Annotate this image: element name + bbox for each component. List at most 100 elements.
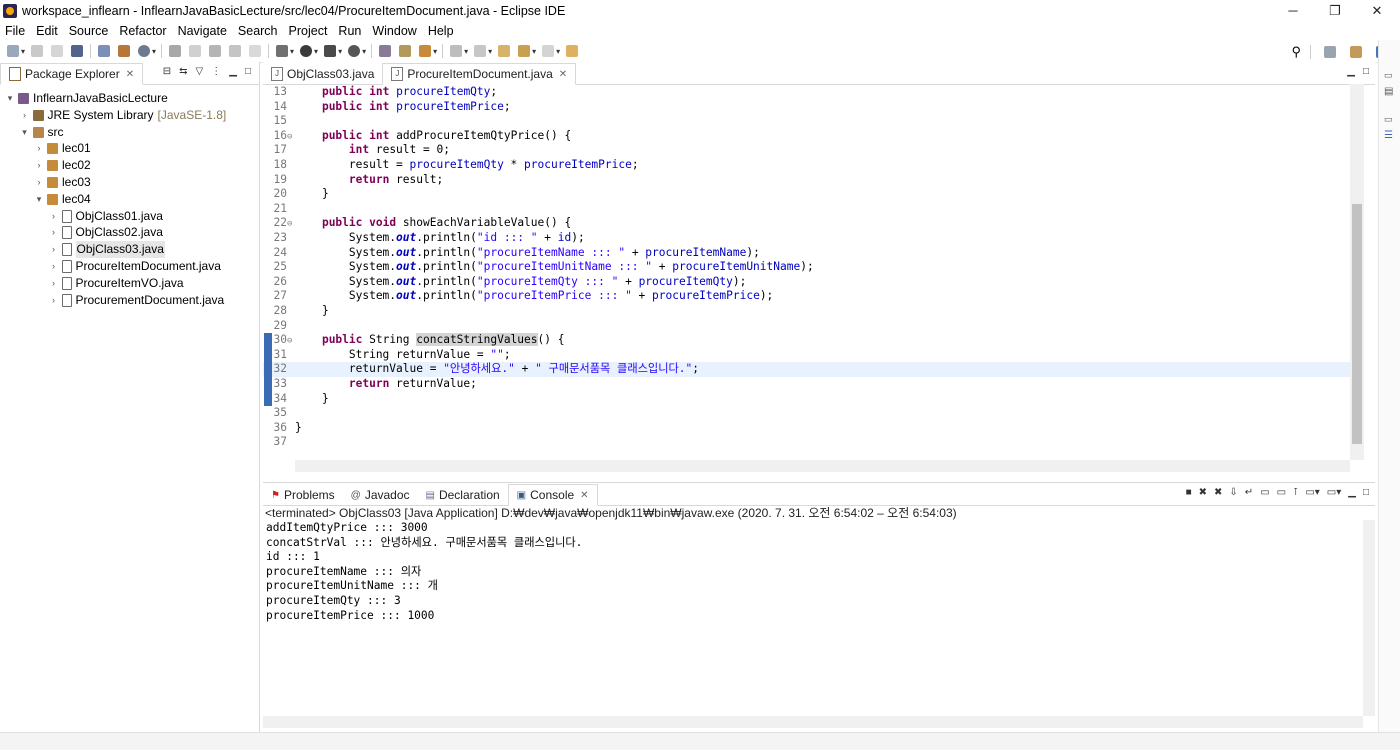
- code-line[interactable]: 19 return result;: [263, 173, 1353, 188]
- tree-item[interactable]: › ObjClass01.java: [48, 208, 163, 225]
- chevron-right-icon[interactable]: ›: [48, 292, 60, 309]
- display-console-icon[interactable]: ▭▾: [1305, 487, 1319, 498]
- code-line[interactable]: 36}: [263, 421, 1353, 436]
- close-icon[interactable]: ✕: [126, 69, 134, 80]
- code-line[interactable]: 37: [263, 435, 1353, 450]
- menu-file[interactable]: File: [0, 24, 31, 38]
- code-line[interactable]: 20 }: [263, 187, 1353, 202]
- chevron-down-icon[interactable]: ▾: [33, 191, 45, 208]
- tree-item[interactable]: › JRE System Library [JavaSE-1.8]: [19, 107, 226, 124]
- prev-annotation-icon[interactable]: [229, 45, 242, 57]
- chevron-right-icon[interactable]: ›: [19, 107, 31, 124]
- code-line[interactable]: 21: [263, 202, 1353, 217]
- tree-item[interactable]: › ProcureItemVO.java: [48, 275, 184, 292]
- whitespace-icon[interactable]: [249, 45, 262, 57]
- code-line[interactable]: 26 System.out.println("procureItemQty ::…: [263, 275, 1353, 290]
- editor-horizontal-scrollbar[interactable]: [295, 460, 1350, 472]
- restore-outline-icon[interactable]: ▭: [1384, 114, 1393, 125]
- tab-problems[interactable]: ⚑ Problems: [263, 485, 343, 505]
- minimize-button[interactable]: ─: [1270, 0, 1316, 21]
- restore-icon[interactable]: ▭: [1384, 70, 1393, 81]
- chevron-right-icon[interactable]: ›: [48, 224, 60, 241]
- next-edit-icon[interactable]: [450, 45, 463, 57]
- tree-item[interactable]: › ObjClass02.java: [48, 224, 163, 241]
- tree-item[interactable]: › lec02: [33, 157, 91, 174]
- open-perspective-right-icon[interactable]: [1324, 46, 1336, 58]
- menu-search[interactable]: Search: [233, 24, 284, 38]
- tab-console[interactable]: ▣ Console ✕: [507, 484, 598, 506]
- show-stdout-icon[interactable]: ▭: [1260, 487, 1269, 498]
- code-line[interactable]: 22⊖ public void showEachVariableValue() …: [263, 216, 1353, 231]
- remove-launch-icon[interactable]: ✖: [1199, 487, 1207, 498]
- menu-run[interactable]: Run: [333, 24, 367, 38]
- minimize-icon[interactable]: ▁: [229, 66, 237, 77]
- menu-edit[interactable]: Edit: [31, 24, 64, 38]
- scroll-lock-icon[interactable]: ⇩: [1229, 487, 1237, 498]
- word-wrap-icon[interactable]: ↵: [1245, 487, 1253, 498]
- last-edit-icon[interactable]: [498, 45, 511, 57]
- menu-project[interactable]: Project: [284, 24, 334, 38]
- code-line[interactable]: 30⊖ public String concatStringValues() {: [263, 333, 1353, 348]
- chevron-right-icon[interactable]: ›: [48, 241, 60, 258]
- tree-item[interactable]: › ProcurementDocument.java: [48, 292, 224, 309]
- chevron-right-icon[interactable]: ›: [48, 275, 60, 292]
- scroll-thumb[interactable]: [1352, 204, 1362, 444]
- code-line[interactable]: 24 System.out.println("procureItemName :…: [263, 246, 1353, 261]
- open-type-icon[interactable]: [169, 45, 182, 57]
- code-area[interactable]: 13 public int procureItemQty; 14 public i…: [263, 84, 1375, 524]
- tab-procureitemdocument[interactable]: J ProcureItemDocument.java ✕: [382, 63, 577, 85]
- chevron-right-icon[interactable]: ›: [33, 157, 45, 174]
- collapse-all-icon[interactable]: ⊟: [163, 66, 171, 77]
- minimize-icon[interactable]: ▁: [1348, 487, 1356, 498]
- terminate-icon[interactable]: ■: [1186, 487, 1192, 498]
- debug-perspective-icon[interactable]: [1350, 46, 1362, 58]
- console-horizontal-scrollbar[interactable]: [263, 716, 1363, 728]
- code-line[interactable]: 29: [263, 319, 1353, 334]
- code-line[interactable]: 17 int result = 0;: [263, 143, 1353, 158]
- new-icon[interactable]: [7, 45, 19, 57]
- code-line[interactable]: 35: [263, 406, 1353, 421]
- chevron-right-icon[interactable]: ›: [48, 208, 60, 225]
- toggle-mark-icon[interactable]: [189, 45, 202, 57]
- link-editor-icon[interactable]: ⇆: [179, 66, 187, 77]
- next-annotation-icon[interactable]: [209, 45, 222, 57]
- minimize-icon[interactable]: ▁: [1347, 66, 1355, 77]
- code-line[interactable]: 18 result = procureItemQty * procureItem…: [263, 158, 1353, 173]
- maximize-icon[interactable]: □: [1363, 66, 1369, 77]
- new-class-icon[interactable]: [138, 45, 151, 57]
- save-all-icon[interactable]: [51, 45, 64, 57]
- console-vertical-scrollbar[interactable]: [1363, 520, 1375, 716]
- code-line[interactable]: 34 }: [263, 392, 1353, 407]
- code-line[interactable]: 13 public int procureItemQty;: [263, 85, 1353, 100]
- code-line[interactable]: 32 returnValue = "안녕하세요." + " 구매문서품목 클래스…: [263, 362, 1353, 377]
- menu-help[interactable]: Help: [423, 24, 460, 38]
- pin-editor-icon[interactable]: [566, 45, 579, 57]
- code-line[interactable]: 14 public int procureItemPrice;: [263, 100, 1353, 115]
- chevron-right-icon[interactable]: ›: [33, 140, 45, 157]
- skip-breakpoints-icon[interactable]: [98, 45, 111, 57]
- tab-declaration[interactable]: ▤ Declaration: [418, 485, 508, 505]
- tree-item[interactable]: ▾ InflearnJavaBasicLecture: [4, 90, 168, 107]
- tree-item[interactable]: › lec03: [33, 174, 91, 191]
- code-line[interactable]: 15: [263, 114, 1353, 129]
- outline-icon[interactable]: ☰: [1384, 130, 1393, 141]
- tree-item[interactable]: › lec01: [33, 140, 91, 157]
- code-line[interactable]: 31 String returnValue = "";: [263, 348, 1353, 363]
- tree-item[interactable]: › ProcureItemDocument.java: [48, 258, 221, 275]
- restore-button[interactable]: ❐: [1312, 0, 1358, 21]
- terminal-icon[interactable]: [71, 45, 84, 57]
- run-icon[interactable]: [300, 45, 313, 57]
- chevron-down-icon[interactable]: ▾: [4, 90, 16, 107]
- tree-item[interactable]: ▾ src: [19, 124, 63, 141]
- maximize-icon[interactable]: □: [1363, 487, 1369, 498]
- close-icon[interactable]: ✕: [580, 490, 588, 501]
- forward-icon[interactable]: [542, 45, 555, 57]
- code-line[interactable]: 28 }: [263, 304, 1353, 319]
- view-menu-icon[interactable]: ⋮: [211, 66, 221, 77]
- filter-icon[interactable]: ▽: [196, 66, 204, 77]
- code-line[interactable]: 27 System.out.println("procureItemPrice …: [263, 289, 1353, 304]
- external-tools-icon[interactable]: [348, 45, 361, 57]
- tree-item[interactable]: ▾ lec04: [33, 191, 91, 208]
- chevron-right-icon[interactable]: ›: [48, 258, 60, 275]
- tab-package-explorer[interactable]: Package Explorer ✕: [0, 63, 144, 85]
